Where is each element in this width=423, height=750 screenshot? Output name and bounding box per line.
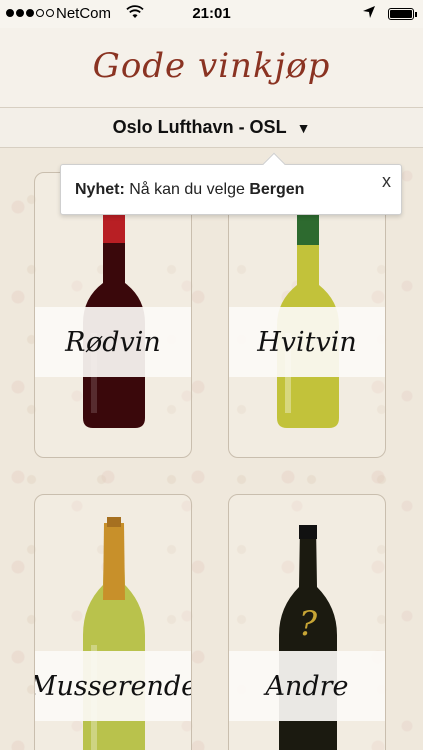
popup-body: Nå kan du velge [124,181,250,198]
popup-message: Nyhet: Nå kan du velge Bergen [75,181,304,199]
popup-prefix: Nyhet: [75,181,125,198]
category-tile-andre[interactable]: ? Andre [228,494,386,750]
location-selector[interactable]: Oslo Lufthavn - OSL ▼ [0,108,423,148]
status-time: 21:01 [192,5,231,22]
battery-icon [388,8,417,20]
question-mark-icon: ? [299,604,318,644]
category-label: Hvitvin [229,307,385,377]
popup-highlight: Bergen [249,181,305,198]
category-label: Andre [229,651,385,721]
status-bar: NetCom 21:01 [0,0,423,28]
app-header: Gode vinkjøp [0,28,423,108]
location-label[interactable]: Oslo Lufthavn - OSL [113,117,287,138]
category-label: Rødvin [35,307,191,377]
popup-arrow [262,152,286,176]
close-icon[interactable]: x [382,171,391,192]
chevron-down-icon[interactable]: ▼ [297,120,311,136]
location-services-icon [362,5,376,23]
category-tile-musserende[interactable]: Musserende [34,494,192,750]
news-popup: Nyhet: Nå kan du velge Bergen x [60,152,402,215]
app-title: Gode vinkjøp [92,46,331,86]
category-label: Musserende [35,651,191,721]
